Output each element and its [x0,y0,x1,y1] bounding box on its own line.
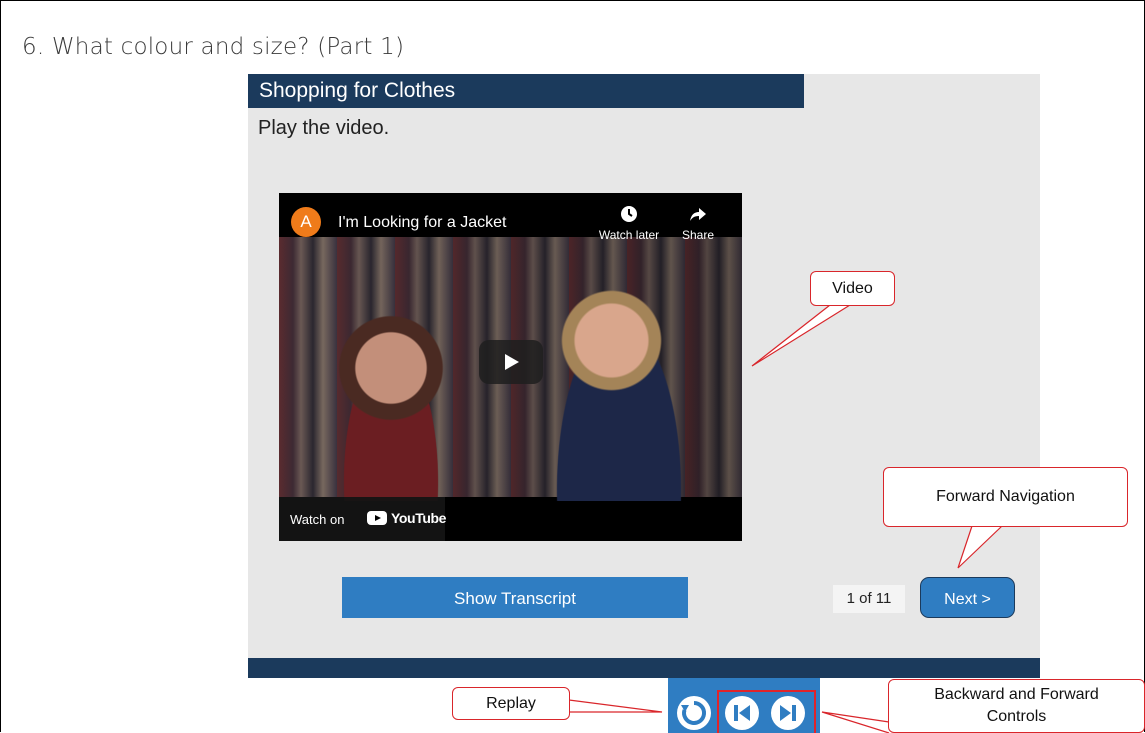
callout-video: Video [810,271,895,306]
callout-controls-line2: Controls [986,708,1047,725]
instruction-text: Play the video. [258,117,390,139]
thumbnail-man [544,287,694,501]
replay-icon [681,700,707,725]
show-transcript-button[interactable]: Show Transcript [342,577,688,618]
youtube-play-icon [367,511,387,525]
share-button[interactable]: Share [675,205,721,242]
watch-later-label: Watch later [598,228,660,242]
lesson-footer [248,658,1040,678]
callout-replay: Replay [452,687,570,720]
watch-on-youtube-button[interactable]: Watch on YouTube [279,497,447,541]
video-title[interactable]: I'm Looking for a Jacket [338,214,506,232]
callout-backward-forward-controls: Backward and Forward Controls [888,679,1145,733]
next-button[interactable]: Next > [920,577,1015,618]
replay-button[interactable] [677,696,711,730]
youtube-logo: YouTube [367,510,447,528]
page-counter: 1 of 11 [833,585,905,613]
page-title: 6. What colour and size? (Part 1) [22,34,405,60]
video-top-bar: A I'm Looking for a Jacket Watch later S… [279,193,742,242]
watch-later-button[interactable]: Watch later [597,205,661,242]
play-icon[interactable] [479,340,543,384]
controls-highlight-box [717,690,816,733]
share-label: Share [681,228,715,242]
video-player[interactable]: A I'm Looking for a Jacket Watch later S… [279,193,742,541]
channel-avatar[interactable]: A [291,207,321,237]
callout-controls-line1: Backward and Forward [934,686,1099,703]
share-arrow-icon [675,205,721,228]
lesson-title: Shopping for Clothes [259,79,456,102]
youtube-wordmark: YouTube [391,510,447,526]
watch-on-label: Watch on [290,512,345,527]
callout-forward-navigation: Forward Navigation [883,467,1128,527]
lesson-header: Shopping for Clothes [248,74,804,108]
thumbnail-woman [331,311,451,501]
clock-icon [597,205,661,228]
